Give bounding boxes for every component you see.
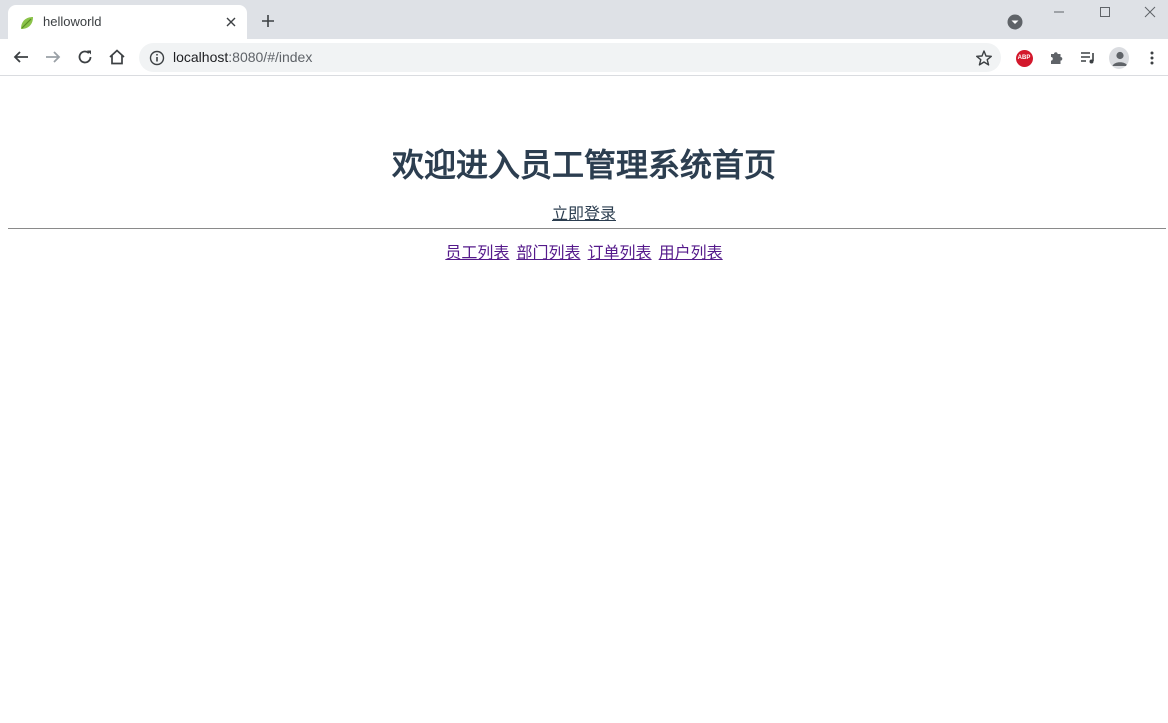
puzzle-icon[interactable]	[1046, 48, 1066, 68]
profile-icon[interactable]	[1109, 47, 1129, 69]
kebab-menu-icon[interactable]	[1142, 48, 1162, 68]
browser-tab[interactable]: helloworld	[8, 5, 247, 39]
login-link[interactable]: 立即登录	[552, 204, 616, 223]
info-icon[interactable]	[149, 50, 165, 66]
url-path: :8080/#/index	[228, 49, 313, 65]
chevron-down-icon[interactable]	[1006, 13, 1024, 31]
close-icon[interactable]	[222, 13, 240, 31]
nav-link-employees[interactable]: 员工列表	[445, 243, 509, 262]
nav-link-departments[interactable]: 部门列表	[516, 243, 580, 262]
browser-toolbar: localhost:8080/#/index ABP	[0, 39, 1168, 76]
minimize-icon[interactable]	[1036, 0, 1082, 24]
plus-icon[interactable]	[258, 11, 278, 31]
tab-title: helloworld	[43, 14, 102, 29]
back-arrow-icon[interactable]	[9, 45, 33, 69]
maximize-icon[interactable]	[1082, 0, 1128, 24]
reload-icon[interactable]	[73, 45, 97, 69]
adblock-extension-button[interactable]: ABP	[1014, 48, 1034, 68]
address-bar[interactable]: localhost:8080/#/index	[139, 43, 1001, 72]
divider	[8, 228, 1166, 229]
star-icon[interactable]	[975, 49, 993, 67]
url-host: localhost	[173, 49, 229, 65]
login-link-row: 立即登录	[0, 200, 1168, 224]
forward-arrow-icon[interactable]	[41, 45, 65, 69]
window-close-icon[interactable]	[1127, 0, 1168, 24]
page-content: 欢迎进入员工管理系统首页 立即登录 员工列表 部门列表 订单列表 用户列表	[0, 76, 1168, 723]
url-text: localhost:8080/#/index	[173, 49, 312, 65]
nav-link-orders[interactable]: 订单列表	[588, 243, 652, 262]
nav-links: 员工列表 部门列表 订单列表 用户列表	[0, 239, 1168, 263]
nav-link-users[interactable]: 用户列表	[659, 243, 723, 262]
page-title: 欢迎进入员工管理系统首页	[391, 146, 776, 184]
avatar	[1109, 47, 1129, 69]
tab-strip: helloworld	[0, 0, 1168, 39]
media-queue-icon[interactable]	[1078, 48, 1098, 68]
abp-label: ABP	[1015, 49, 1033, 67]
leaf-favicon-icon	[19, 15, 35, 31]
home-icon[interactable]	[105, 45, 129, 69]
